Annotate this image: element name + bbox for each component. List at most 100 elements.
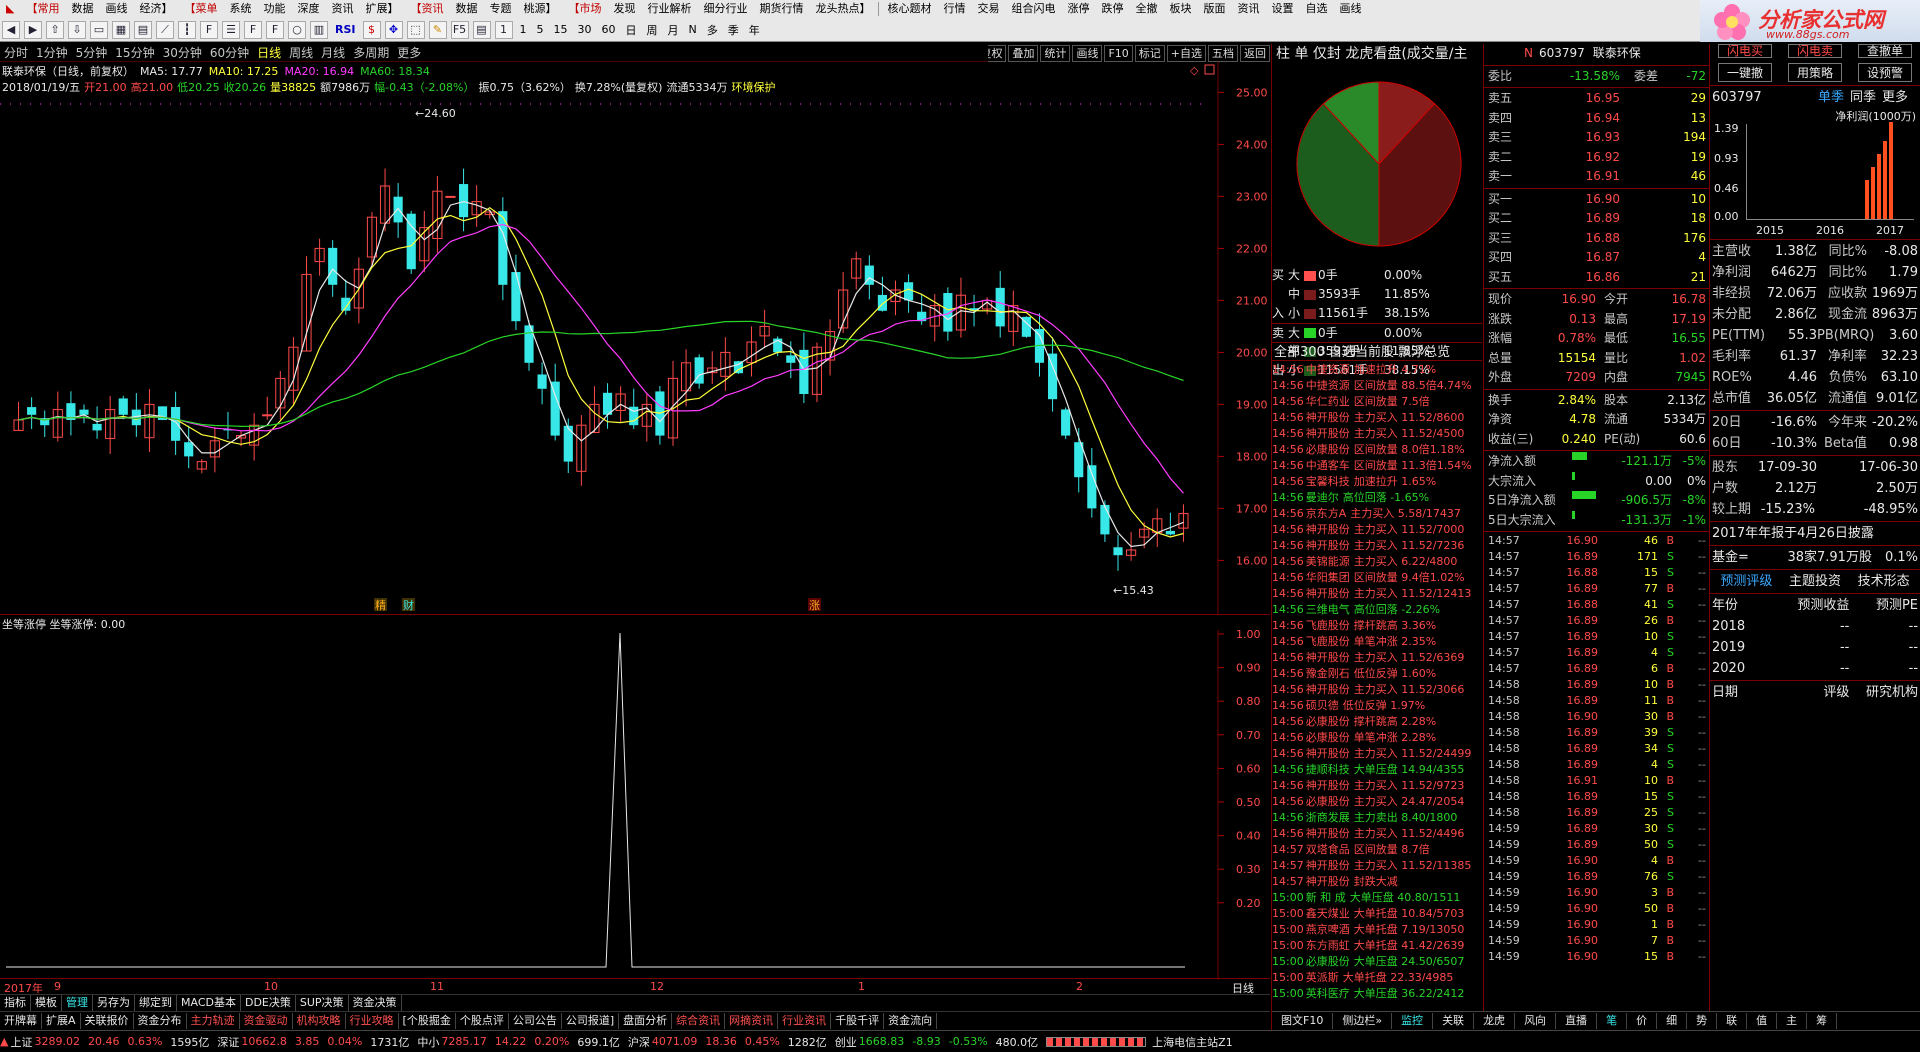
table-icon[interactable]: ▤ bbox=[134, 20, 152, 39]
info-tab[interactable]: 公司公告 bbox=[509, 1012, 562, 1029]
monitor-row[interactable]: 14:57 神开股份 主力买入 11.52/11385 bbox=[1272, 858, 1482, 874]
side-tab[interactable]: 直播 bbox=[1556, 1013, 1598, 1029]
monitor-row[interactable]: 14:56 华仁药业 区间放量 7.5倍 bbox=[1272, 394, 1482, 410]
monitor-row[interactable]: 14:57 神开股份 封跌大减 bbox=[1272, 874, 1482, 890]
info-tab[interactable]: 行业资讯 bbox=[778, 1012, 832, 1029]
order-level-row[interactable]: 买二 16.89 18 bbox=[1484, 209, 1710, 229]
monitor-row[interactable]: 14:56 神开股份 主力买入 11.52/24499 bbox=[1272, 746, 1482, 762]
index-name[interactable]: 创业 bbox=[835, 1034, 857, 1050]
monitor-row[interactable]: 14:56 浙商发展 主力卖出 8.40/1800 bbox=[1272, 810, 1482, 826]
info-tab[interactable]: [个股掘金 bbox=[399, 1012, 456, 1029]
chart-tool-button[interactable]: 复权 bbox=[988, 44, 1007, 62]
f10-tab[interactable]: 同季 bbox=[1850, 87, 1876, 108]
info-tab[interactable]: 资金分布 bbox=[134, 1012, 187, 1029]
side-tab[interactable]: 价 bbox=[1627, 1013, 1658, 1029]
chart-tool-button[interactable]: 五档 bbox=[1208, 44, 1238, 62]
select-icon[interactable]: ⬚ bbox=[406, 20, 425, 39]
forecast-tab[interactable]: 技术形态 bbox=[1858, 571, 1910, 592]
monitor-row[interactable]: 14:56 必康股份 撑杆跳高 2.28% bbox=[1272, 714, 1482, 730]
top-menu-item[interactable]: 【市场 bbox=[562, 0, 607, 18]
monitor-row[interactable]: 14:56 曼迪尔 高位回落 -1.65% bbox=[1272, 490, 1482, 506]
side-tab[interactable]: 关联 bbox=[1433, 1013, 1475, 1029]
period-tab[interactable]: 15分钟 bbox=[111, 44, 158, 61]
side-tab[interactable]: 风向 bbox=[1515, 1013, 1557, 1029]
order-level-row[interactable]: 卖五 16.95 29 bbox=[1484, 89, 1710, 109]
indicator-tab[interactable]: 资金决策 bbox=[349, 995, 402, 1011]
top-menu-item[interactable]: 交易 bbox=[971, 0, 1005, 18]
move-icon[interactable]: ✥ bbox=[384, 20, 403, 39]
top-menu-item[interactable]: 深度 bbox=[291, 0, 325, 18]
side-tab[interactable]: 值 bbox=[1747, 1013, 1778, 1029]
chart-tool-button[interactable]: +自选 bbox=[1166, 44, 1206, 62]
monitor-row[interactable]: 14:56 三维电气 高位回落 -2.26% bbox=[1272, 602, 1482, 618]
trade-button[interactable]: 闪电买 bbox=[1717, 44, 1772, 58]
period-5[interactable]: 5 bbox=[532, 23, 549, 36]
period-tab[interactable]: 分时 bbox=[0, 44, 32, 61]
order-level-row[interactable]: 买一 16.90 10 bbox=[1484, 190, 1710, 210]
chart-tool-button[interactable]: 返回 bbox=[1240, 44, 1270, 62]
top-menu-item[interactable]: 功能 bbox=[257, 0, 291, 18]
top-menu-item[interactable]: 版面 bbox=[1197, 0, 1231, 18]
period-tab[interactable]: 60分钟 bbox=[206, 44, 253, 61]
period-15[interactable]: 15 bbox=[549, 23, 573, 36]
app-menu-icon[interactable]: ◣ bbox=[0, 0, 20, 18]
monitor-row[interactable]: 14:56 京东方A 主力买入 5.58/17437 bbox=[1272, 506, 1482, 522]
monitor-row[interactable]: 14:56 神开股份 主力买入 11.52/12413 bbox=[1272, 586, 1482, 602]
f10-tab[interactable]: 更多 bbox=[1882, 87, 1908, 108]
monitor-row[interactable]: 14:56 神开股份 主力买入 11.52/8600 bbox=[1272, 410, 1482, 426]
action-button[interactable]: 一键撤 bbox=[1717, 62, 1772, 82]
top-menu-item[interactable]: 经济】 bbox=[133, 0, 178, 18]
info-tab[interactable]: 资金驱动 bbox=[240, 1012, 293, 1029]
side-tab[interactable]: 监控 bbox=[1392, 1013, 1434, 1029]
top-menu-item[interactable]: 期货行情 bbox=[753, 0, 809, 18]
monitor-row[interactable]: 14:56 华阳集团 区间放量 9.4倍1.02% bbox=[1272, 570, 1482, 586]
order-level-row[interactable]: 卖二 16.92 19 bbox=[1484, 148, 1710, 168]
period-tab[interactable]: 多周期 bbox=[349, 44, 393, 61]
top-menu-item[interactable]: 行业解析 bbox=[641, 0, 697, 18]
monitor-row[interactable]: 15:00 新 和 成大单压盘 40.80/1511 bbox=[1272, 890, 1482, 906]
monitor-row[interactable]: 14:56 宝馨科技 加速拉升 1.65% bbox=[1272, 474, 1482, 490]
cal-year[interactable]: 年 bbox=[744, 22, 765, 38]
indicator-tab[interactable]: 绑定到 bbox=[135, 995, 177, 1011]
back-icon[interactable]: ◀ bbox=[2, 20, 20, 39]
monitor-row[interactable]: 14:56 神开股份 主力买入 11.52/3066 bbox=[1272, 682, 1482, 698]
side-tab[interactable]: 势 bbox=[1687, 1013, 1718, 1029]
monitor-row[interactable]: 14:56 中捷资源 区间放量 88.5倍4.74% bbox=[1272, 378, 1482, 394]
top-menu-item[interactable]: 自选 bbox=[1299, 0, 1333, 18]
forecast-tab[interactable]: 主题投资 bbox=[1789, 571, 1841, 592]
monitor-row[interactable]: 14:56 飞鹿股份 撑杆跳高 3.36% bbox=[1272, 618, 1482, 634]
monitor-row[interactable]: 14:56 必康股份 主力买入 24.47/2054 bbox=[1272, 794, 1482, 810]
top-menu-item[interactable]: 龙头热点】 bbox=[809, 0, 876, 18]
info-tab[interactable]: 主力轨迹 bbox=[187, 1012, 240, 1029]
indicator-chart[interactable]: 1.00 0.90 0.80 0.70 0.60 0.50 0.40 0.30 0.20 bbox=[0, 630, 1270, 980]
monitor-row[interactable]: 14:56 中捷资源 加速拉升 4.71% bbox=[1272, 362, 1482, 378]
cal-season[interactable]: 季 bbox=[723, 22, 744, 38]
top-menu-item[interactable]: 跌停 bbox=[1095, 0, 1129, 18]
info-tab[interactable]: 扩展A bbox=[42, 1012, 81, 1029]
cal-multi[interactable]: 多 bbox=[702, 22, 723, 38]
chart-tool-button[interactable]: 统计 bbox=[1040, 44, 1071, 62]
indicator-tab[interactable]: MACD基本 bbox=[177, 995, 241, 1011]
top-menu-item[interactable]: 组合闪电 bbox=[1005, 0, 1061, 18]
monitor-row[interactable]: 14:56 豫金刚石 低位反弹 1.60% bbox=[1272, 666, 1482, 682]
order-level-row[interactable]: 买三 16.88 176 bbox=[1484, 229, 1710, 249]
period-tab[interactable]: 5分钟 bbox=[72, 44, 112, 61]
top-menu-item[interactable]: 资讯 bbox=[1231, 0, 1265, 18]
top-menu-item[interactable]: 【常用 bbox=[20, 0, 65, 18]
period-30[interactable]: 30 bbox=[573, 23, 597, 36]
monitor-row[interactable]: 15:00 燕京啤酒 大单托盘 7.19/13050 bbox=[1272, 922, 1482, 938]
circle-icon[interactable]: ○ bbox=[288, 20, 306, 39]
side-tab[interactable]: 主 bbox=[1777, 1013, 1808, 1029]
order-level-row[interactable]: 卖一 16.91 46 bbox=[1484, 167, 1710, 187]
top-menu-item[interactable]: 桃源】 bbox=[517, 0, 562, 18]
side-tab[interactable]: 筹 bbox=[1807, 1013, 1838, 1029]
chart-tool-button[interactable]: 标记 bbox=[1134, 44, 1165, 62]
monitor-row[interactable]: 14:56 神开股份 主力买入 11.52/4496 bbox=[1272, 826, 1482, 842]
info-tab[interactable]: 综合资讯 bbox=[672, 1012, 726, 1029]
period-tab[interactable]: 日线 bbox=[253, 44, 285, 61]
period-60[interactable]: 60 bbox=[597, 23, 621, 36]
cal-n[interactable]: N bbox=[684, 23, 702, 36]
monitor-row[interactable]: 14:56 飞鹿股份 单笔冲涨 2.35% bbox=[1272, 634, 1482, 650]
top-menu-item[interactable]: 核心题材 bbox=[881, 0, 937, 18]
diamond-icon[interactable]: ◇ bbox=[1190, 64, 1199, 77]
